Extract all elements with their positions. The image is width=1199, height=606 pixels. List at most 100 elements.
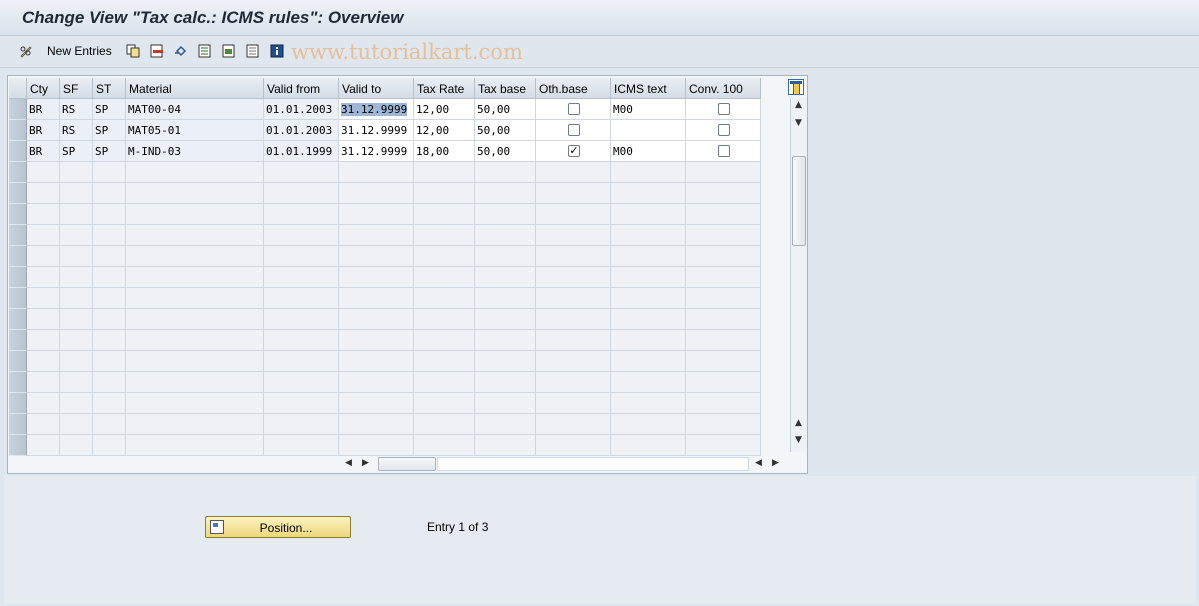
column-header[interactable]: SF <box>60 78 93 99</box>
table-cell-oth-base[interactable] <box>536 99 611 120</box>
row-selector[interactable] <box>9 309 27 330</box>
table-cell-oth-base[interactable] <box>536 120 611 141</box>
column-header[interactable]: Tax base <box>475 78 536 99</box>
new-entries-button[interactable]: New Entries <box>47 44 112 58</box>
table-cell-conv100[interactable] <box>686 141 761 162</box>
row-selector[interactable] <box>9 162 27 183</box>
checkbox[interactable] <box>718 145 730 157</box>
table-cell-icms-text[interactable] <box>611 120 686 141</box>
table-cell-valid-to[interactable]: 31.12.9999 <box>339 99 414 120</box>
scroll-far-right-icon[interactable]: ▶ <box>772 458 779 468</box>
vertical-scrollbar[interactable]: ▲ ▼ ▲ ▼ <box>790 98 807 452</box>
column-header[interactable]: Conv. 100 <box>686 78 761 99</box>
column-header[interactable]: Valid to <box>339 78 414 99</box>
horizontal-scroll-thumb[interactable] <box>378 457 436 471</box>
scroll-page-down-icon[interactable]: ▼ <box>795 435 802 445</box>
empty-cell <box>475 435 536 456</box>
row-selector[interactable] <box>9 141 27 162</box>
column-header[interactable]: Valid from <box>264 78 339 99</box>
scroll-right-icon[interactable]: ▶ <box>362 458 369 468</box>
column-settings-icon[interactable] <box>788 79 804 95</box>
empty-cell <box>126 414 264 435</box>
table-cell-icms-text[interactable]: M00 <box>611 99 686 120</box>
table-cell-tax-base[interactable]: 50,00 <box>475 141 536 162</box>
position-button[interactable]: Position... <box>205 516 351 538</box>
empty-cell <box>686 267 761 288</box>
table-cell-tax-rate[interactable]: 12,00 <box>414 99 475 120</box>
table-cell-oth-base[interactable]: ✓ <box>536 141 611 162</box>
undo-icon[interactable] <box>174 44 188 58</box>
row-selector[interactable] <box>9 99 27 120</box>
table-cell-tax-base[interactable]: 50,00 <box>475 99 536 120</box>
column-header[interactable]: ST <box>93 78 126 99</box>
empty-cell <box>126 309 264 330</box>
empty-cell <box>475 372 536 393</box>
empty-cell <box>27 393 60 414</box>
empty-cell <box>93 309 126 330</box>
column-header[interactable]: Material <box>126 78 264 99</box>
scroll-down-icon[interactable]: ▼ <box>795 118 802 128</box>
row-selector[interactable] <box>9 351 27 372</box>
empty-cell <box>264 393 339 414</box>
table-cell-valid-to[interactable]: 31.12.9999 <box>339 120 414 141</box>
deselect-all-icon[interactable] <box>246 44 260 58</box>
scroll-far-left-icon[interactable]: ◀ <box>755 458 762 468</box>
checkbox[interactable] <box>718 124 730 136</box>
empty-cell <box>414 288 475 309</box>
empty-cell <box>93 225 126 246</box>
row-selector[interactable] <box>9 288 27 309</box>
table-cell-tax-base[interactable]: 50,00 <box>475 120 536 141</box>
row-selector[interactable] <box>9 372 27 393</box>
column-header[interactable]: Cty <box>27 78 60 99</box>
table-cell-material: MAT05-01 <box>126 120 264 141</box>
horizontal-scrollbar[interactable]: ◀ ▶ ◀ ▶ <box>342 456 790 472</box>
cell-text: 01.01.2003 <box>266 124 333 137</box>
column-header[interactable]: ICMS text <box>611 78 686 99</box>
select-all-corner[interactable] <box>9 78 27 99</box>
table-cell-icms-text[interactable]: M00 <box>611 141 686 162</box>
row-selector[interactable] <box>9 183 27 204</box>
row-selector[interactable] <box>9 267 27 288</box>
empty-cell <box>414 372 475 393</box>
delete-icon[interactable] <box>150 44 164 58</box>
table-cell-conv100[interactable] <box>686 120 761 141</box>
scroll-page-up-icon[interactable]: ▲ <box>795 418 802 428</box>
checkbox[interactable] <box>568 124 580 136</box>
row-selector[interactable] <box>9 393 27 414</box>
column-header[interactable]: Oth.base <box>536 78 611 99</box>
empty-cell <box>27 330 60 351</box>
scroll-up-icon[interactable]: ▲ <box>795 100 802 110</box>
row-selector[interactable] <box>9 204 27 225</box>
scroll-left-icon[interactable]: ◀ <box>345 458 352 468</box>
cell-text: 31.12.9999 <box>341 103 408 116</box>
row-selector[interactable] <box>9 225 27 246</box>
table-cell-conv100[interactable] <box>686 99 761 120</box>
checkbox[interactable] <box>568 103 580 115</box>
empty-cell <box>536 162 611 183</box>
cell-text: MAT00-04 <box>128 103 181 116</box>
checkbox[interactable]: ✓ <box>568 145 580 157</box>
empty-cell <box>686 372 761 393</box>
row-selector[interactable] <box>9 414 27 435</box>
select-block-icon[interactable] <box>222 44 236 58</box>
empty-cell <box>60 372 93 393</box>
table-cell-valid-to[interactable]: 31.12.9999 <box>339 141 414 162</box>
row-selector[interactable] <box>9 120 27 141</box>
table-cell-tax-rate[interactable]: 18,00 <box>414 141 475 162</box>
empty-cell <box>414 351 475 372</box>
empty-cell <box>339 225 414 246</box>
select-all-icon[interactable] <box>198 44 212 58</box>
row-selector[interactable] <box>9 435 27 456</box>
info-icon[interactable] <box>270 44 284 58</box>
empty-cell <box>60 246 93 267</box>
row-selector[interactable] <box>9 246 27 267</box>
copy-icon[interactable] <box>126 44 140 58</box>
vertical-scroll-thumb[interactable] <box>792 156 806 246</box>
pencil-glasses-icon[interactable] <box>19 44 33 58</box>
row-selector[interactable] <box>9 330 27 351</box>
checkbox[interactable] <box>718 103 730 115</box>
empty-cell <box>126 372 264 393</box>
table-cell-tax-rate[interactable]: 12,00 <box>414 120 475 141</box>
column-header[interactable]: Tax Rate <box>414 78 475 99</box>
empty-cell <box>126 225 264 246</box>
